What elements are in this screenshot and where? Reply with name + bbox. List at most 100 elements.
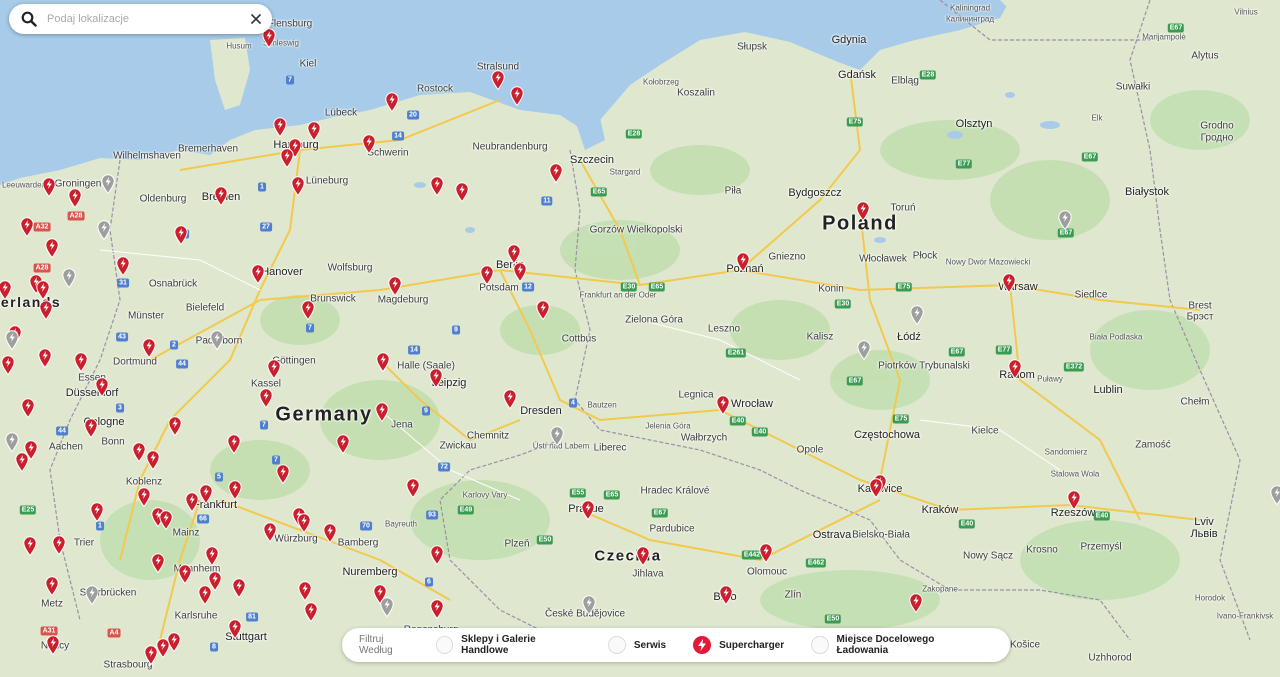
supercharger-pin-icon[interactable] [536, 300, 550, 320]
supercharger-bolt-icon[interactable] [693, 636, 712, 654]
supercharger-pin-icon[interactable] [0, 280, 12, 300]
supercharger-pin-icon[interactable] [198, 585, 212, 605]
supercharger-pin-icon[interactable] [856, 201, 870, 221]
supercharger-pin-icon[interactable] [273, 117, 287, 137]
supercharger-pin-icon[interactable] [132, 442, 146, 462]
supercharger-pin-icon[interactable] [280, 148, 294, 168]
supercharger-pin-icon[interactable] [736, 252, 750, 272]
supercharger-pin-icon[interactable] [480, 265, 494, 285]
supercharger-pin-icon[interactable] [581, 500, 595, 520]
supercharger-pin-icon[interactable] [178, 564, 192, 584]
supercharger-pin-icon[interactable] [199, 484, 213, 504]
supercharger-pin-icon[interactable] [159, 510, 173, 530]
supercharger-pin-icon[interactable] [42, 177, 56, 197]
supercharger-pin-icon[interactable] [301, 300, 315, 320]
supercharger-pin-icon[interactable] [759, 543, 773, 563]
service-pin-icon[interactable] [582, 595, 596, 615]
supercharger-pin-icon[interactable] [507, 244, 521, 264]
supercharger-pin-icon[interactable] [297, 513, 311, 533]
supercharger-pin-icon[interactable] [1, 355, 15, 375]
service-pin-icon[interactable] [550, 426, 564, 446]
filter-option-stores[interactable]: Sklepy i Galerie Handlowe [435, 634, 581, 656]
supercharger-pin-icon[interactable] [90, 502, 104, 522]
supercharger-pin-icon[interactable] [15, 452, 29, 472]
supercharger-pin-icon[interactable] [388, 276, 402, 296]
supercharger-pin-icon[interactable] [116, 256, 130, 276]
supercharger-pin-icon[interactable] [636, 546, 650, 566]
supercharger-pin-icon[interactable] [291, 176, 305, 196]
supercharger-pin-icon[interactable] [74, 352, 88, 372]
supercharger-pin-icon[interactable] [95, 377, 109, 397]
supercharger-pin-icon[interactable] [45, 238, 59, 258]
supercharger-pin-icon[interactable] [430, 176, 444, 196]
supercharger-pin-icon[interactable] [323, 523, 337, 543]
supercharger-pin-icon[interactable] [38, 348, 52, 368]
supercharger-pin-icon[interactable] [510, 86, 524, 106]
filter-toggle[interactable] [607, 636, 626, 654]
filter-toggle[interactable] [811, 636, 829, 654]
supercharger-pin-icon[interactable] [52, 535, 66, 555]
supercharger-pin-icon[interactable] [549, 163, 563, 183]
supercharger-pin-icon[interactable] [298, 581, 312, 601]
service-pin-icon[interactable] [5, 432, 19, 452]
supercharger-pin-icon[interactable] [869, 478, 883, 498]
map-canvas[interactable]: Kaliningrad Калининград Gdynia Gdańsk El… [0, 0, 1280, 672]
supercharger-pin-icon[interactable] [168, 416, 182, 436]
supercharger-pin-icon[interactable] [304, 602, 318, 622]
close-icon[interactable] [250, 13, 262, 25]
supercharger-pin-icon[interactable] [385, 92, 399, 112]
supercharger-pin-icon[interactable] [307, 121, 321, 141]
supercharger-pin-icon[interactable] [228, 480, 242, 500]
supercharger-pin-icon[interactable] [185, 492, 199, 512]
supercharger-pin-icon[interactable] [156, 638, 170, 658]
supercharger-pin-icon[interactable] [151, 553, 165, 573]
supercharger-pin-icon[interactable] [430, 599, 444, 619]
supercharger-pin-icon[interactable] [137, 487, 151, 507]
supercharger-pin-icon[interactable] [46, 635, 60, 655]
supercharger-pin-icon[interactable] [39, 300, 53, 320]
supercharger-pin-icon[interactable] [909, 593, 923, 613]
supercharger-pin-icon[interactable] [513, 262, 527, 282]
service-pin-icon[interactable] [97, 220, 111, 240]
supercharger-pin-icon[interactable] [23, 536, 37, 556]
supercharger-pin-icon[interactable] [214, 186, 228, 206]
supercharger-pin-icon[interactable] [21, 398, 35, 418]
service-pin-icon[interactable] [101, 174, 115, 194]
supercharger-pin-icon[interactable] [144, 645, 158, 665]
service-pin-icon[interactable] [5, 330, 19, 350]
service-pin-icon[interactable] [1270, 485, 1280, 505]
supercharger-pin-icon[interactable] [376, 352, 390, 372]
supercharger-pin-icon[interactable] [1002, 273, 1016, 293]
supercharger-pin-icon[interactable] [455, 182, 469, 202]
supercharger-pin-icon[interactable] [336, 434, 350, 454]
supercharger-pin-icon[interactable] [1008, 359, 1022, 379]
filter-option-destination[interactable]: Miejsce Docelowego Ładowania [811, 634, 983, 656]
supercharger-pin-icon[interactable] [205, 546, 219, 566]
service-pin-icon[interactable] [62, 268, 76, 288]
supercharger-pin-icon[interactable] [716, 395, 730, 415]
supercharger-pin-icon[interactable] [142, 338, 156, 358]
service-pin-icon[interactable] [857, 340, 871, 360]
service-pin-icon[interactable] [85, 585, 99, 605]
filter-toggle[interactable] [435, 636, 454, 654]
supercharger-pin-icon[interactable] [362, 134, 376, 154]
search-icon[interactable] [21, 11, 37, 27]
supercharger-pin-icon[interactable] [84, 418, 98, 438]
supercharger-pin-icon[interactable] [259, 388, 273, 408]
search-input[interactable] [45, 12, 244, 26]
service-pin-icon[interactable] [1058, 210, 1072, 230]
filter-option-service[interactable]: Serwis [607, 636, 666, 654]
supercharger-pin-icon[interactable] [276, 464, 290, 484]
supercharger-pin-icon[interactable] [375, 402, 389, 422]
supercharger-pin-icon[interactable] [36, 280, 50, 300]
service-pin-icon[interactable] [910, 305, 924, 325]
supercharger-pin-icon[interactable] [263, 522, 277, 542]
supercharger-pin-icon[interactable] [251, 264, 265, 284]
supercharger-pin-icon[interactable] [146, 450, 160, 470]
supercharger-pin-icon[interactable] [429, 368, 443, 388]
supercharger-pin-icon[interactable] [430, 545, 444, 565]
filter-option-supercharger[interactable]: Supercharger [693, 636, 784, 654]
supercharger-pin-icon[interactable] [503, 389, 517, 409]
service-pin-icon[interactable] [210, 330, 224, 350]
service-pin-icon[interactable] [380, 597, 394, 617]
